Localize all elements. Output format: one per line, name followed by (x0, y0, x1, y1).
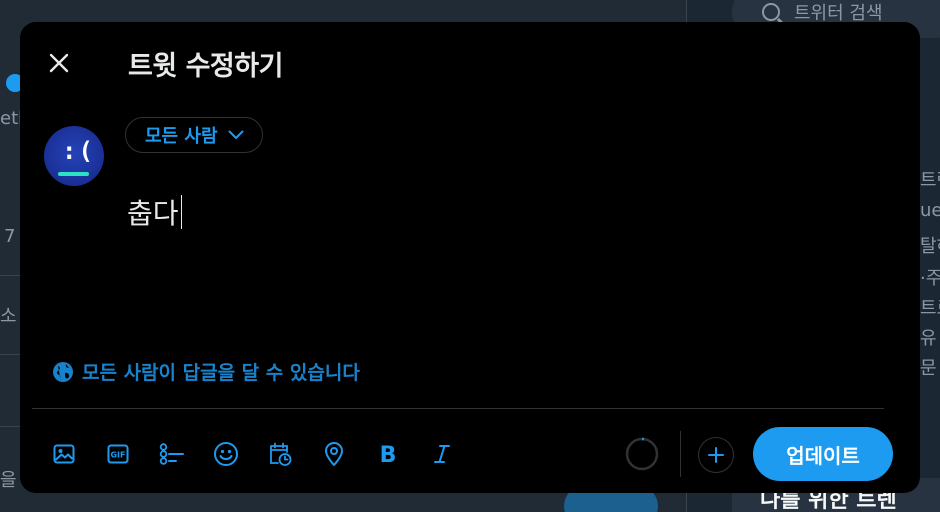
italic-icon (434, 445, 450, 463)
character-progress-ring (625, 437, 659, 471)
emoji-icon (214, 442, 238, 466)
audience-label: 모든 사람 (145, 126, 218, 147)
poll-icon (159, 443, 184, 465)
italic-button[interactable] (424, 436, 460, 472)
update-button[interactable]: 업데이트 (753, 427, 893, 481)
divider (32, 408, 884, 409)
svg-text:GIF: GIF (110, 451, 125, 460)
background-text-fragment: ·주 (920, 268, 940, 289)
close-button[interactable] (40, 44, 78, 82)
svg-text:B: B (380, 443, 397, 466)
edit-tweet-modal: 트윗 수정하기 :( 모든 사람 춥다 모든 사람이 답글을 달 수 있습니다 (20, 22, 920, 493)
schedule-icon (270, 442, 292, 466)
image-icon (53, 444, 75, 464)
avatar-face: :( (62, 137, 95, 165)
schedule-button[interactable] (262, 436, 298, 472)
tweet-text: 춥다 (127, 197, 179, 230)
gif-button[interactable]: GIF (100, 436, 136, 472)
globe-icon (53, 361, 73, 382)
chevron-down-icon (228, 130, 244, 139)
background-text-fragment: 유 (920, 328, 937, 349)
plus-icon (708, 447, 724, 463)
background-text-fragment: 을 (0, 470, 17, 491)
audience-selector-button[interactable]: 모든 사람 (125, 117, 263, 153)
background-text-fragment: 트로 (920, 298, 940, 319)
gif-icon: GIF (107, 444, 129, 464)
search-icon (762, 3, 780, 21)
emoji-button[interactable] (208, 436, 244, 472)
avatar-bar (58, 172, 89, 176)
avatar[interactable]: :( (44, 126, 104, 186)
toolbar-separator (680, 431, 681, 477)
location-button[interactable] (316, 436, 352, 472)
text-caret (180, 195, 183, 229)
background-divider (0, 275, 20, 276)
reply-setting-button[interactable]: 모든 사람이 답글을 달 수 있습니다 (52, 358, 360, 385)
close-icon (49, 53, 69, 73)
modal-title: 트윗 수정하기 (128, 51, 283, 82)
background-text-fragment: 7 (4, 226, 16, 247)
bold-button[interactable]: B (370, 436, 406, 472)
background-divider (0, 354, 20, 355)
bold-icon: B (380, 443, 397, 466)
background-text-fragment: 탈하 (920, 236, 940, 257)
compose-toolbar: GIF B (46, 436, 478, 472)
tweet-text-input[interactable]: 춥다 (127, 192, 183, 232)
media-button[interactable] (46, 436, 82, 472)
location-icon (325, 442, 343, 466)
reply-setting-label: 모든 사람이 답글을 달 수 있습니다 (82, 362, 360, 384)
add-thread-button[interactable] (698, 437, 734, 473)
background-divider (0, 426, 20, 427)
background-text-fragment: 트렌 (920, 170, 940, 191)
poll-button[interactable] (154, 436, 190, 472)
background-text-fragment: ue4 (920, 200, 940, 221)
background-text-fragment: 문 (920, 358, 937, 379)
